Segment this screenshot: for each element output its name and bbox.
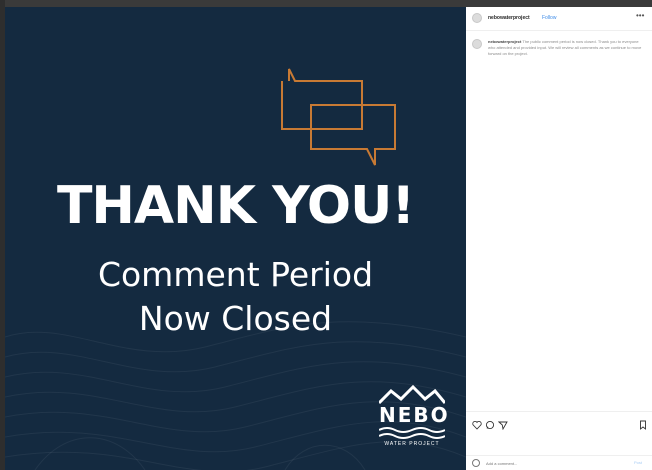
caption-username[interactable]: nebowaterproject	[488, 39, 521, 44]
caption-avatar[interactable]	[472, 39, 482, 49]
avatar[interactable]	[472, 13, 482, 23]
post-viewer: THANK YOU! Comment Period Now Closed NEB…	[0, 0, 652, 470]
logo-tagline: WATER PROJECT	[384, 441, 440, 447]
headline: THANK YOU!	[56, 176, 415, 236]
nebo-logo: NEBO WATER PROJECT	[375, 385, 455, 457]
caption-text: nebowaterproject The public comment peri…	[488, 39, 646, 57]
more-dots-icon[interactable]: •••	[636, 11, 644, 21]
logo-word: NEBO	[379, 403, 450, 427]
heart-icon[interactable]	[472, 420, 482, 430]
action-bar	[466, 411, 652, 441]
speech-bubbles-icon	[281, 68, 396, 166]
follow-button[interactable]: Follow	[542, 14, 556, 22]
comment-input[interactable]	[486, 458, 606, 468]
post-header: nebowaterproject Follow •••	[466, 7, 652, 31]
logo-waves	[379, 427, 445, 439]
top-border	[0, 0, 652, 7]
subline-1: Comment Period	[97, 255, 374, 294]
post-image[interactable]: THANK YOU! Comment Period Now Closed NEB…	[5, 7, 466, 470]
caption: nebowaterproject The public comment peri…	[472, 39, 648, 89]
username-link[interactable]: nebowaterproject	[488, 14, 530, 22]
comment-bar: Post	[466, 455, 652, 470]
emoji-icon[interactable]	[472, 459, 480, 467]
bookmark-icon[interactable]	[638, 420, 648, 430]
comment-icon[interactable]	[485, 420, 495, 430]
subline-2: Now Closed	[138, 299, 333, 338]
share-icon[interactable]	[498, 420, 508, 430]
post-button[interactable]: Post	[634, 460, 642, 466]
mountain-waves-logo	[379, 385, 445, 405]
post-sidebar: nebowaterproject Follow ••• nebowaterpro…	[466, 7, 652, 470]
